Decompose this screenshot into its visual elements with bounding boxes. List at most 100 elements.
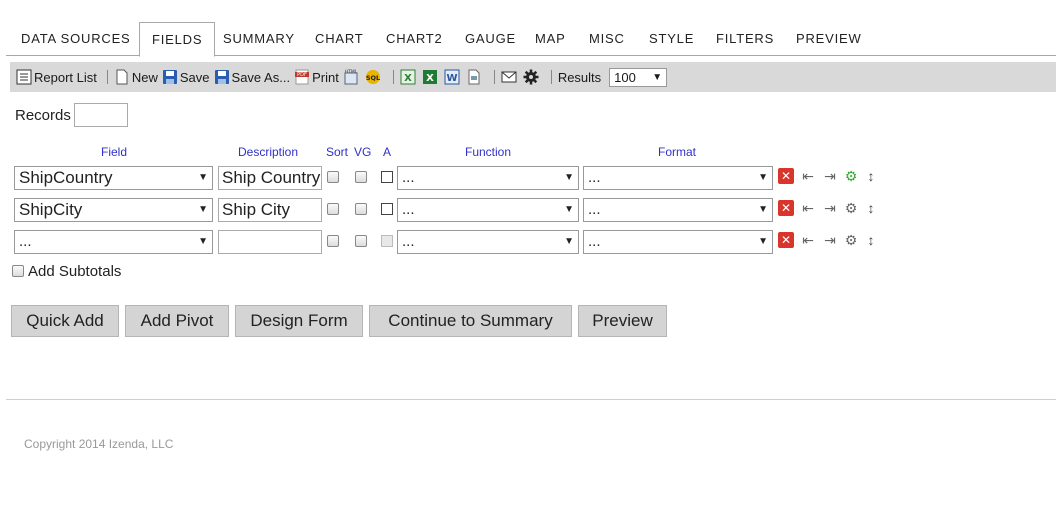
function-select[interactable]: ... ▼ bbox=[397, 230, 579, 254]
tab-gauge[interactable]: GAUGE bbox=[465, 22, 516, 56]
divider bbox=[6, 399, 1056, 400]
sql-button[interactable]: SQL bbox=[365, 69, 383, 85]
svg-text:HTML: HTML bbox=[345, 69, 358, 75]
email-icon bbox=[501, 69, 517, 85]
delete-icon[interactable]: ✕ bbox=[778, 200, 794, 216]
html-export-button[interactable]: HTML bbox=[343, 69, 361, 85]
field-select[interactable]: ShipCountry ▼ bbox=[14, 166, 213, 190]
description-input[interactable]: Ship Country bbox=[218, 166, 322, 190]
add-pivot-button[interactable]: Add Pivot bbox=[125, 305, 229, 337]
description-input[interactable]: Ship City bbox=[218, 198, 322, 222]
sort-checkbox[interactable] bbox=[327, 203, 339, 215]
chevron-down-icon: ▼ bbox=[198, 204, 208, 215]
gear-icon[interactable]: ⚙ bbox=[843, 232, 859, 248]
move-up-icon[interactable]: ⇤ bbox=[800, 168, 816, 184]
gear-icon[interactable]: ⚙ bbox=[843, 200, 859, 216]
xml-export-button[interactable] bbox=[466, 69, 484, 85]
delete-icon[interactable]: ✕ bbox=[778, 168, 794, 184]
move-up-icon[interactable]: ⇤ bbox=[800, 200, 816, 216]
tab-filters[interactable]: FILTERS bbox=[716, 22, 774, 56]
svg-text:X: X bbox=[426, 73, 434, 84]
move-down-icon[interactable]: ⇥ bbox=[822, 200, 838, 216]
results-select[interactable]: 100 ▼ bbox=[609, 67, 668, 87]
print-label: Print bbox=[312, 69, 339, 85]
format-select-value: ... bbox=[588, 169, 601, 186]
field-select[interactable]: ShipCity ▼ bbox=[14, 198, 213, 222]
toolbar-separator bbox=[106, 70, 108, 84]
svg-text:SQL: SQL bbox=[366, 74, 380, 82]
tab-chart[interactable]: CHART bbox=[315, 22, 364, 56]
gear-icon[interactable]: ⚙ bbox=[843, 168, 859, 184]
drag-handle-icon[interactable]: ↕ bbox=[863, 200, 879, 216]
continue-to-summary-button[interactable]: Continue to Summary bbox=[369, 305, 572, 337]
move-up-icon[interactable]: ⇤ bbox=[800, 232, 816, 248]
chevron-down-icon: ▼ bbox=[564, 204, 574, 215]
a-checkbox[interactable] bbox=[381, 203, 393, 215]
design-form-button[interactable]: Design Form bbox=[235, 305, 363, 337]
vg-checkbox[interactable] bbox=[355, 171, 367, 183]
svg-text:X: X bbox=[404, 73, 412, 84]
xml-icon bbox=[466, 69, 482, 85]
tab-bar: DATA SOURCES FIELDS SUMMARY CHART CHART2… bbox=[6, 22, 1056, 57]
report-list-button[interactable]: Report List bbox=[16, 69, 97, 85]
format-select[interactable]: ... ▼ bbox=[583, 230, 773, 254]
move-down-icon[interactable]: ⇥ bbox=[822, 168, 838, 184]
tab-chart2[interactable]: CHART2 bbox=[386, 22, 443, 56]
toolbar-separator bbox=[392, 70, 394, 84]
save-button[interactable]: Save bbox=[162, 69, 210, 85]
sort-checkbox[interactable] bbox=[327, 235, 339, 247]
header-field: Field bbox=[101, 145, 128, 159]
a-checkbox[interactable] bbox=[381, 171, 393, 183]
svg-text:PDF: PDF bbox=[297, 72, 307, 78]
tab-data-sources[interactable]: DATA SOURCES bbox=[21, 22, 131, 56]
tab-summary[interactable]: SUMMARY bbox=[223, 22, 295, 56]
drag-handle-icon[interactable]: ↕ bbox=[863, 232, 879, 248]
header-description: Description bbox=[238, 145, 299, 159]
field-select[interactable]: ... ▼ bbox=[14, 230, 213, 254]
header-function: Function bbox=[465, 145, 512, 159]
chevron-down-icon: ▼ bbox=[758, 236, 768, 247]
description-input[interactable] bbox=[218, 230, 322, 254]
header-a: A bbox=[383, 145, 392, 159]
settings-button[interactable] bbox=[523, 69, 541, 85]
tab-fields[interactable]: FIELDS bbox=[139, 22, 216, 57]
chevron-down-icon: ▼ bbox=[198, 172, 208, 183]
excel-export-button[interactable]: X bbox=[400, 69, 418, 85]
tab-map[interactable]: MAP bbox=[535, 22, 566, 56]
format-select-value: ... bbox=[588, 201, 601, 218]
format-select-value: ... bbox=[588, 233, 601, 250]
tab-style[interactable]: STYLE bbox=[649, 22, 694, 56]
tab-preview[interactable]: PREVIEW bbox=[796, 22, 862, 56]
chevron-down-icon: ▼ bbox=[758, 172, 768, 183]
records-input[interactable] bbox=[74, 103, 128, 127]
print-button[interactable]: PDF Print bbox=[294, 69, 339, 85]
function-select[interactable]: ... ▼ bbox=[397, 166, 579, 190]
format-select[interactable]: ... ▼ bbox=[583, 166, 773, 190]
add-subtotals-checkbox[interactable] bbox=[12, 265, 24, 277]
word-icon: W bbox=[444, 69, 460, 85]
email-button[interactable] bbox=[501, 69, 519, 85]
footer-copyright: Copyright 2014 Izenda, LLC bbox=[24, 437, 174, 451]
excel-icon: X bbox=[400, 69, 416, 85]
header-vg: VG bbox=[354, 145, 372, 159]
sql-icon: SQL bbox=[365, 69, 381, 85]
save-label: Save bbox=[179, 69, 210, 85]
sort-checkbox[interactable] bbox=[327, 171, 339, 183]
field-select-value: ShipCity bbox=[19, 200, 83, 219]
new-button[interactable]: New bbox=[114, 69, 158, 85]
quick-add-button[interactable]: Quick Add bbox=[11, 305, 119, 337]
function-select[interactable]: ... ▼ bbox=[397, 198, 579, 222]
tab-misc[interactable]: MISC bbox=[589, 22, 625, 56]
vg-checkbox[interactable] bbox=[355, 235, 367, 247]
vg-checkbox[interactable] bbox=[355, 203, 367, 215]
format-select[interactable]: ... ▼ bbox=[583, 198, 773, 222]
move-down-icon[interactable]: ⇥ bbox=[822, 232, 838, 248]
preview-button[interactable]: Preview bbox=[578, 305, 667, 337]
records-label: Records bbox=[15, 107, 71, 124]
excel-xlsx-export-button[interactable]: X bbox=[422, 69, 440, 85]
word-export-button[interactable]: W bbox=[444, 69, 462, 85]
save-as-button[interactable]: Save As... bbox=[214, 69, 290, 85]
drag-handle-icon[interactable]: ↕ bbox=[863, 168, 879, 184]
delete-icon[interactable]: ✕ bbox=[778, 232, 794, 248]
new-document-icon bbox=[114, 69, 130, 85]
